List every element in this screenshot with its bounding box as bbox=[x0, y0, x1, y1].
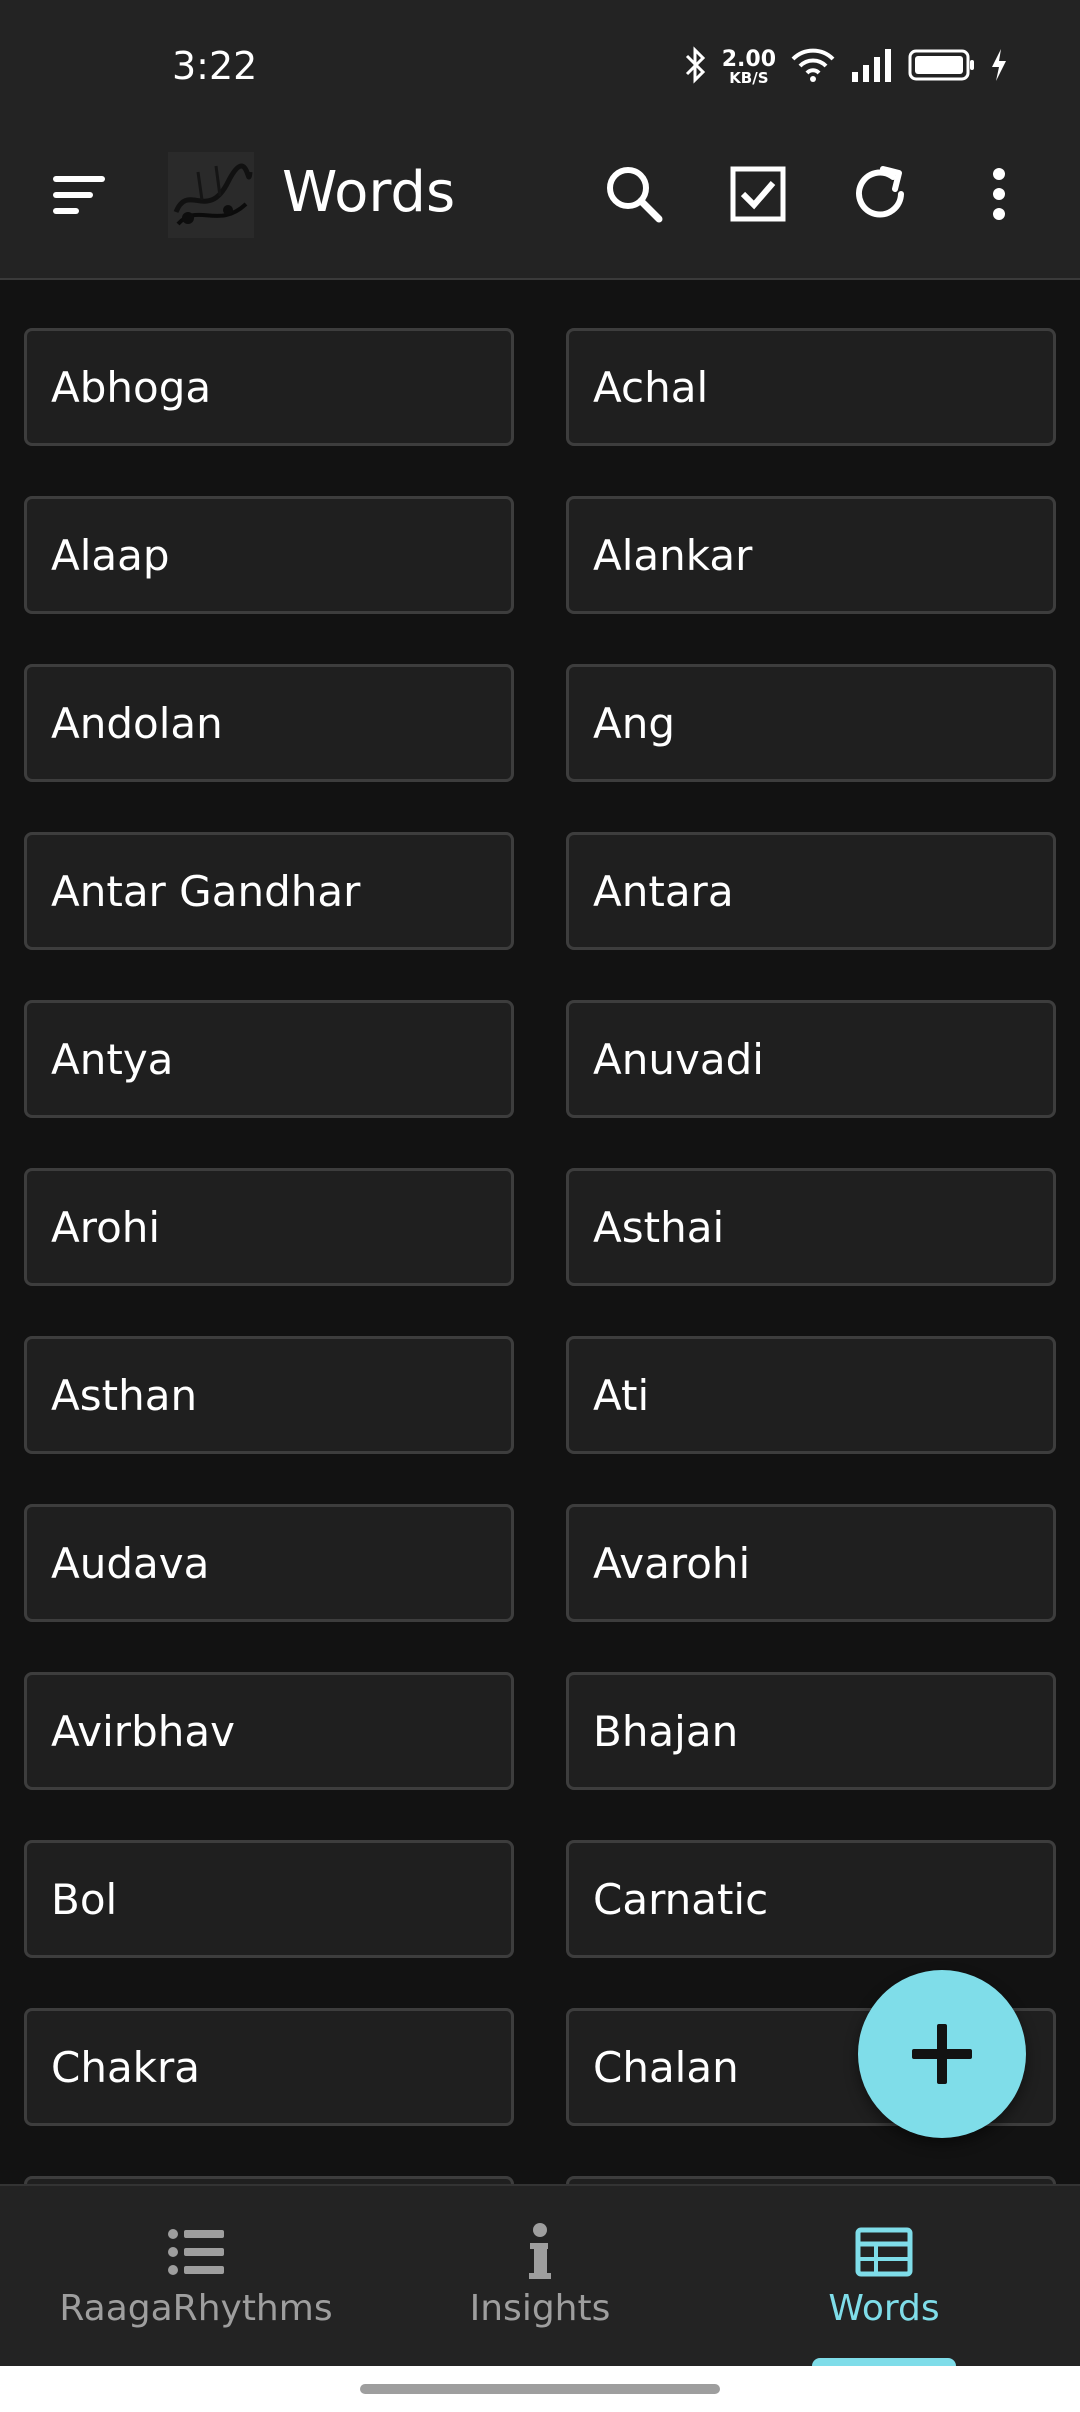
word-card[interactable]: Carnatic bbox=[566, 1840, 1056, 1958]
table-icon bbox=[855, 2222, 913, 2282]
word-card[interactable] bbox=[24, 2176, 514, 2184]
signal-icon bbox=[850, 48, 894, 86]
word-card[interactable]: Alaap bbox=[24, 496, 514, 614]
nav-item-words[interactable]: Words bbox=[704, 2186, 1064, 2368]
wifi-icon bbox=[790, 47, 836, 87]
bluetooth-icon bbox=[682, 46, 708, 88]
word-card[interactable]: Bol bbox=[24, 1840, 514, 1958]
home-indicator[interactable] bbox=[360, 2384, 720, 2394]
word-card[interactable]: Achal bbox=[566, 328, 1056, 446]
word-card[interactable]: Avarohi bbox=[566, 1504, 1056, 1622]
info-icon bbox=[528, 2222, 552, 2282]
word-card[interactable]: Alankar bbox=[566, 496, 1056, 614]
word-card[interactable]: Bhajan bbox=[566, 1672, 1056, 1790]
battery-icon bbox=[908, 48, 976, 86]
words-grid: Abhoga Achal Alaap Alankar Andolan Ang A… bbox=[24, 328, 1056, 2184]
word-card[interactable]: Ati bbox=[566, 1336, 1056, 1454]
word-card[interactable]: Anuvadi bbox=[566, 1000, 1056, 1118]
app-bar: Words bbox=[0, 110, 1080, 280]
status-icons: 2.00 KB/S bbox=[682, 46, 1008, 88]
word-card[interactable]: Antar Gandhar bbox=[24, 832, 514, 950]
page-title: Words bbox=[282, 160, 456, 225]
nav-label: RaagaRhythms bbox=[59, 2288, 333, 2329]
word-card[interactable]: Chakra bbox=[24, 2008, 514, 2126]
word-card[interactable]: Antya bbox=[24, 1000, 514, 1118]
word-card[interactable]: Antara bbox=[566, 832, 1056, 950]
word-card[interactable]: Abhoga bbox=[24, 328, 514, 446]
word-card[interactable]: Avirbhav bbox=[24, 1672, 514, 1790]
word-card[interactable]: Audava bbox=[24, 1504, 514, 1622]
nav-item-insights[interactable]: Insights bbox=[360, 2186, 720, 2368]
gesture-area bbox=[0, 2366, 1080, 2412]
bottom-nav: RaagaRhythms Insights Words bbox=[0, 2184, 1080, 2372]
add-word-button[interactable] bbox=[858, 1970, 1026, 2138]
nav-item-raagarhythms[interactable]: RaagaRhythms bbox=[16, 2186, 376, 2368]
status-bar: 3:22 2.00 KB/S bbox=[0, 0, 1080, 110]
search-icon[interactable] bbox=[598, 158, 670, 230]
word-card[interactable] bbox=[566, 2176, 1056, 2184]
charging-icon bbox=[990, 48, 1008, 86]
network-speed: 2.00 KB/S bbox=[721, 46, 776, 87]
word-card[interactable]: Andolan bbox=[24, 664, 514, 782]
more-vert-icon[interactable] bbox=[976, 158, 1022, 230]
nav-label: Words bbox=[828, 2288, 940, 2329]
menu-icon[interactable] bbox=[44, 160, 114, 230]
word-card[interactable]: Ang bbox=[566, 664, 1056, 782]
word-card[interactable]: Asthan bbox=[24, 1336, 514, 1454]
word-card[interactable]: Arohi bbox=[24, 1168, 514, 1286]
refresh-icon[interactable] bbox=[842, 158, 918, 230]
app-logo bbox=[168, 152, 254, 238]
checkbox-icon[interactable] bbox=[722, 158, 794, 230]
plus-icon bbox=[912, 2024, 972, 2084]
list-icon bbox=[167, 2222, 225, 2282]
words-list[interactable]: Abhoga Achal Alaap Alankar Andolan Ang A… bbox=[0, 280, 1080, 2184]
word-card[interactable]: Asthai bbox=[566, 1168, 1056, 1286]
nav-label: Insights bbox=[469, 2288, 611, 2329]
status-time: 3:22 bbox=[172, 44, 258, 88]
